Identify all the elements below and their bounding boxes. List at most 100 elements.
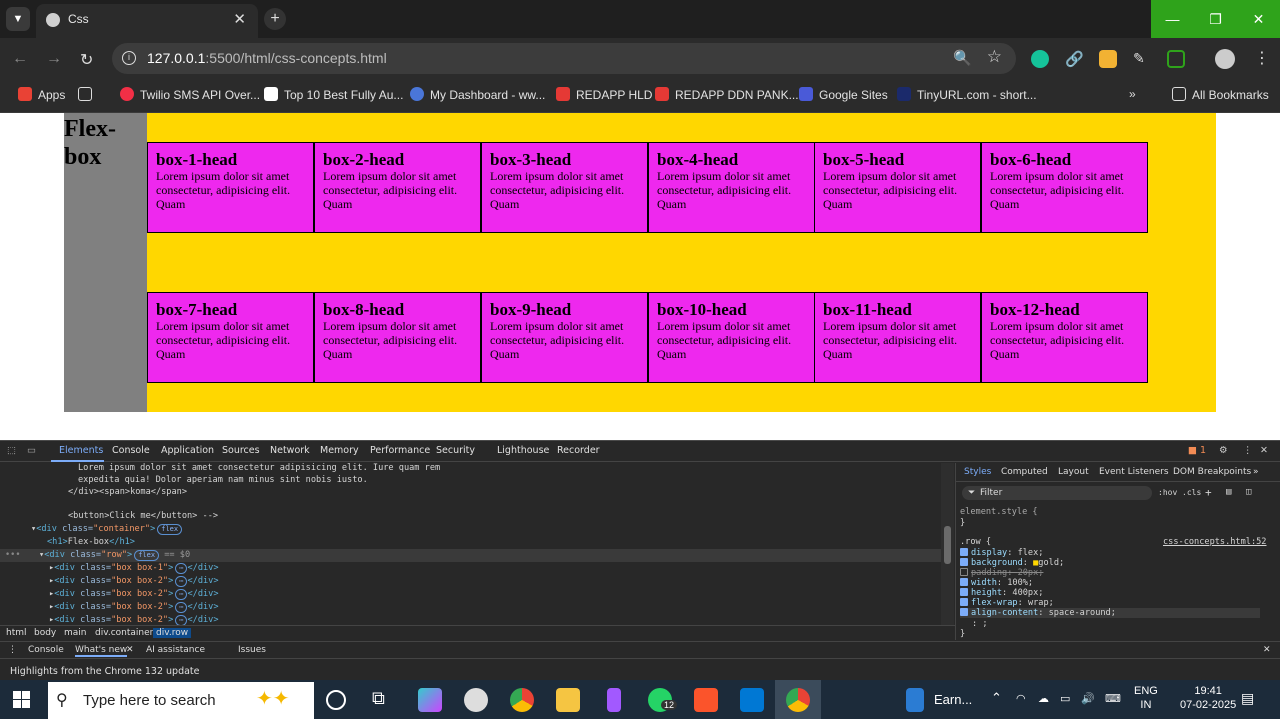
windows-start-icon[interactable] [13,691,31,709]
taskbar-search-box[interactable]: ⚲ Type here to search ✦✦ [48,682,314,719]
tab-layout[interactable]: Layout [1058,467,1089,477]
node-dots-icon[interactable]: ••• [5,550,21,560]
notes-extension-icon[interactable] [1099,50,1117,68]
styles-filter-input[interactable]: ⏷ Filter [962,486,1152,500]
declaration-checkbox[interactable] [960,548,968,556]
eyedropper-extension-icon[interactable]: ✎ [1133,50,1151,68]
minimize-button[interactable]: — [1151,0,1194,38]
h1-node[interactable]: <h1>Flex-box</h1> [47,537,135,547]
tab-network[interactable]: Network [270,445,310,456]
vscode-icon[interactable] [740,688,764,712]
toggle-sidebar-icon[interactable]: ◫ [1246,487,1251,497]
cls-toggle[interactable]: .cls [1182,488,1201,497]
hov-toggle[interactable]: :hov [1158,488,1177,497]
notifications-icon[interactable]: ▤ [1241,691,1254,705]
clock[interactable]: 19:41 07-02-2025 [1180,684,1236,712]
brave-icon[interactable] [694,688,718,712]
tab-computed[interactable]: Computed [1001,467,1048,477]
tab-styles[interactable]: Styles [964,467,991,477]
more-tabs-icon[interactable]: » [1253,467,1259,477]
declaration-checkbox[interactable] [960,558,968,566]
forward-icon[interactable]: → [46,50,62,68]
reload-icon[interactable]: ↻ [80,50,93,70]
tab-dom-breakpoints[interactable]: DOM Breakpoints [1173,467,1251,477]
task-view-icon[interactable]: ⧉ [372,688,396,712]
close-tab-icon[interactable]: ✕ [233,10,246,28]
tab-event-listeners[interactable]: Event Listeners [1099,467,1169,477]
tab-elements[interactable]: Elements [59,445,103,456]
link-extension-icon[interactable]: 🔗 [1065,50,1084,68]
bookmark-dashboard[interactable]: My Dashboard - ww... [410,87,545,102]
keyboard-icon[interactable]: ⌨ [1105,692,1121,706]
address-bar[interactable]: i 127.0.0.1:5500/html/css-concepts.html … [112,43,1016,74]
new-declaration[interactable]: : ; [972,619,988,629]
grammarly-extension-icon[interactable] [1031,50,1049,68]
bookmark-redapp-hld[interactable]: REDAPP HLD [556,87,652,102]
chrome-icon[interactable] [510,688,534,712]
breadcrumb-row[interactable]: div.row [153,628,192,638]
declaration[interactable]: align-content: space-around; [960,608,1260,618]
earn-task-label[interactable]: Earn... [934,692,972,707]
issues-badge[interactable]: ■ 1 [1188,445,1206,456]
declaration[interactable]: display: flex; [960,548,1043,558]
tab-application[interactable]: Application [161,445,214,456]
declaration[interactable]: flex-wrap: wrap; [960,598,1054,608]
declaration-checkbox[interactable] [960,598,968,606]
row-node[interactable]: ▾<div class="row"> flex == $0 [39,550,190,561]
extensions-puzzle-icon[interactable] [1167,50,1185,68]
bookmark-redapp-ddn[interactable]: REDAPP DDN PANK... [655,87,799,102]
tab-lighthouse[interactable]: Lighthouse [497,445,549,456]
close-drawer-icon[interactable]: ✕ [1263,645,1271,655]
dom-tree-scroll-thumb[interactable] [944,526,951,564]
grid-icon[interactable] [78,87,98,102]
settings-gear-icon[interactable]: ⚙ [1219,445,1228,456]
tab-recorder[interactable]: Recorder [557,445,600,456]
rule-source-link[interactable]: css-concepts.html:52 [1163,537,1266,547]
language-indicator[interactable]: ENG IN [1134,684,1158,712]
child-node[interactable]: ▸<div class="box box-2"> ⋯ </div> [49,602,219,613]
figma-icon[interactable] [607,688,621,712]
chrome-active-icon[interactable] [786,688,810,712]
app-icon[interactable] [464,688,488,712]
tab-security[interactable]: Security [436,445,475,456]
profile-avatar[interactable] [1215,49,1235,69]
declaration-disabled[interactable]: padding: 20px; [960,568,1043,578]
breadcrumb-container[interactable]: div.container [95,628,153,638]
all-bookmarks[interactable]: All Bookmarks [1172,87,1269,102]
declaration[interactable]: width: 100%; [960,578,1033,588]
rule-selector[interactable]: .row { [960,537,991,547]
tab-sources[interactable]: Sources [222,445,260,456]
volume-icon[interactable]: 🔊 [1081,692,1095,706]
cortana-icon[interactable] [326,690,346,710]
close-whats-new-icon[interactable]: ✕ [126,645,134,655]
container-node[interactable]: ▾<div class="container"> flex [31,524,183,535]
zoom-icon[interactable]: 🔍 [953,49,972,67]
tray-chevron-icon[interactable]: ⌃ [991,691,1002,705]
new-rule-icon[interactable]: + [1205,486,1212,499]
cloud-icon[interactable]: ☁ [1038,692,1049,706]
tab-performance[interactable]: Performance [370,445,430,456]
declaration[interactable]: background: ■gold; [960,558,1064,568]
browser-menu-icon[interactable]: ⋮ [1254,48,1270,68]
close-devtools-icon[interactable]: ✕ [1260,445,1268,456]
close-window-button[interactable]: ✕ [1237,0,1280,38]
drawer-tab-issues[interactable]: Issues [238,645,266,655]
battery-icon[interactable]: ▭ [1060,692,1070,706]
maximize-button[interactable]: ❐ [1194,0,1237,38]
drawer-menu-icon[interactable]: ⋮ [8,645,17,655]
bookmark-apps[interactable]: Apps [18,87,65,102]
wifi-icon[interactable]: ◠ [1016,692,1026,706]
bookmark-star-icon[interactable]: ☆ [987,47,1002,67]
tab-console[interactable]: Console [112,445,150,456]
breadcrumb-main[interactable]: main [64,628,87,638]
tab-memory[interactable]: Memory [320,445,359,456]
file-explorer-icon[interactable] [556,688,580,712]
drawer-tab-console[interactable]: Console [28,645,64,655]
bookmark-tinyurl[interactable]: TinyURL.com - short... [897,87,1037,102]
device-toolbar-icon[interactable]: ▭ [27,445,36,456]
dom-tree[interactable]: Lorem ipsum dolor sit amet consectetur a… [0,463,941,627]
bookmark-twilio[interactable]: Twilio SMS API Over... [120,87,260,102]
tab-search-button[interactable]: ▼ [6,7,30,31]
copilot-icon[interactable] [418,688,442,712]
bookmark-top10[interactable]: Top 10 Best Fully Au... [264,87,403,102]
